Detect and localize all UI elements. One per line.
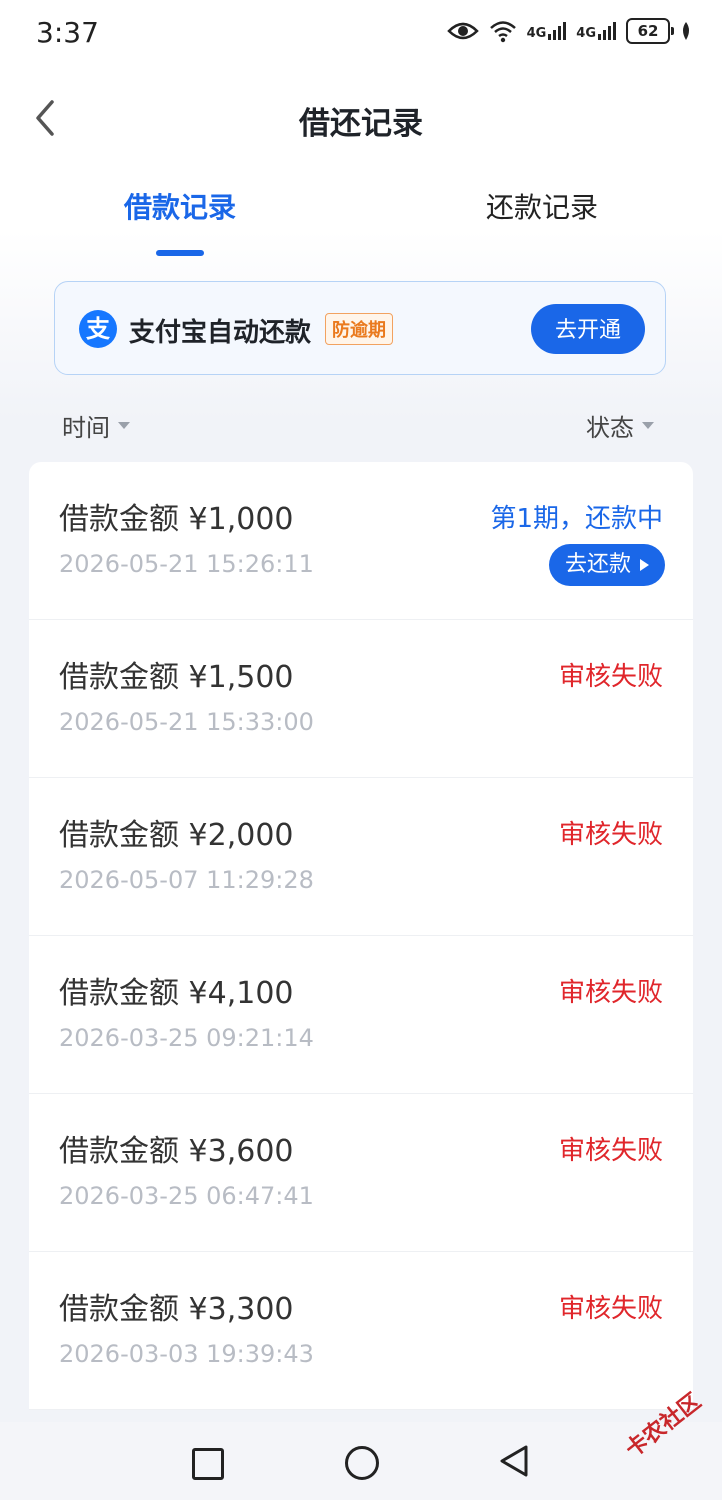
tab-loan-records[interactable]: 借款记录 — [124, 186, 236, 226]
network-type-2: 4G — [576, 26, 596, 41]
enable-autopay-button[interactable]: 去开通 — [531, 304, 645, 354]
play-arrow-icon — [640, 559, 649, 571]
caret-down-icon — [642, 422, 654, 429]
loan-date: 2026-05-21 15:26:11 — [59, 550, 314, 578]
wifi-icon — [489, 21, 516, 43]
loan-status: 审核失败 — [558, 662, 663, 692]
loan-status: 审核失败 — [558, 1136, 663, 1166]
loan-date: 2026-05-21 15:33:00 — [59, 708, 314, 736]
alipay-logo-icon: 支 — [79, 310, 117, 348]
loan-amount: 借款金额 ¥2,000 — [59, 818, 294, 853]
loan-date: 2026-03-25 09:21:14 — [59, 1024, 314, 1052]
loan-date: 2026-03-25 06:47:41 — [59, 1182, 314, 1210]
loan-status: 第1期，还款中 — [490, 504, 663, 534]
overdue-prevention-badge: 防逾期 — [325, 313, 393, 345]
loan-amount: 借款金额 ¥3,600 — [59, 1134, 294, 1169]
loan-date: 2026-05-07 11:29:28 — [59, 866, 314, 894]
status-bar: 3:37 4G 4G 62 — [0, 0, 722, 70]
page-title: 借还记录 — [299, 106, 423, 142]
time-filter[interactable]: 时间 — [62, 408, 130, 443]
loan-record-list: 借款金额 ¥1,000 2026-05-21 15:26:11 第1期，还款中 … — [29, 462, 693, 1410]
repay-button-label: 去还款 — [564, 552, 631, 577]
home-circle-icon[interactable] — [345, 1446, 379, 1480]
battery-icon: 62 — [626, 18, 674, 44]
loan-amount: 借款金额 ¥1,000 — [59, 502, 294, 537]
back-triangle-icon[interactable] — [498, 1444, 530, 1478]
signal-1-icon: 4G — [527, 22, 567, 40]
status-filter-label: 状态 — [586, 414, 634, 442]
caret-down-icon — [118, 422, 130, 429]
loan-record-row[interactable]: 借款金额 ¥2,000 2026-05-07 11:29:28 审核失败 — [29, 778, 693, 936]
loan-record-row[interactable]: 借款金额 ¥3,600 2026-03-25 06:47:41 审核失败 — [29, 1094, 693, 1252]
loan-record-row[interactable]: 借款金额 ¥1,500 2026-05-21 15:33:00 审核失败 — [29, 620, 693, 778]
network-type-1: 4G — [526, 26, 547, 41]
status-filter[interactable]: 状态 — [586, 408, 654, 443]
alipay-autopay-banner: 支 支付宝自动还款 防逾期 去开通 — [54, 281, 666, 375]
loan-status: 审核失败 — [558, 1294, 663, 1324]
loan-date: 2026-03-03 19:39:43 — [59, 1340, 314, 1368]
system-nav-bar — [0, 1422, 722, 1500]
loan-amount: 借款金额 ¥1,500 — [59, 660, 294, 695]
time-filter-label: 时间 — [62, 414, 110, 442]
loan-record-row[interactable]: 借款金额 ¥1,000 2026-05-21 15:26:11 第1期，还款中 … — [29, 462, 693, 620]
banner-text: 支付宝自动还款 — [129, 318, 312, 348]
leaf-icon — [683, 22, 689, 40]
tab-repayment-records[interactable]: 还款记录 — [486, 186, 598, 226]
loan-amount: 借款金额 ¥3,300 — [59, 1292, 294, 1327]
repay-button[interactable]: 去还款 — [548, 544, 665, 586]
loan-amount: 借款金额 ¥4,100 — [59, 976, 294, 1011]
loan-record-row[interactable]: 借款金额 ¥3,300 2026-03-03 19:39:43 审核失败 — [29, 1252, 693, 1410]
loan-record-row[interactable]: 借款金额 ¥4,100 2026-03-25 09:21:14 审核失败 — [29, 936, 693, 1094]
eye-icon — [446, 22, 479, 40]
status-time: 3:37 — [36, 16, 99, 49]
loan-status: 审核失败 — [558, 978, 663, 1008]
status-icons: 4G 4G 62 — [446, 18, 692, 44]
tab-active-indicator — [156, 250, 204, 256]
recents-square-icon[interactable] — [192, 1448, 224, 1480]
signal-2-icon: 4G — [576, 22, 616, 40]
loan-status: 审核失败 — [558, 820, 663, 850]
